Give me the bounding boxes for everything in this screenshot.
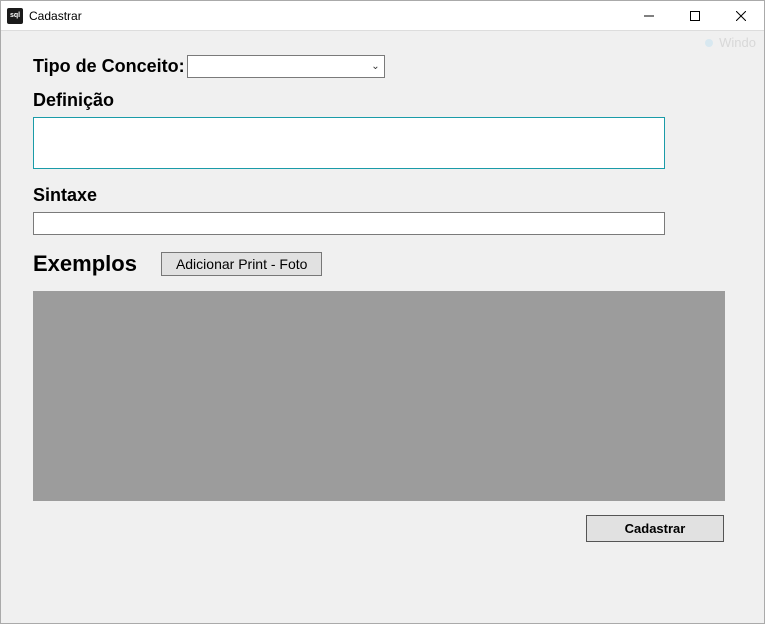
tipo-combobox[interactable]: ⌄ [187, 55, 385, 78]
sintaxe-input[interactable] [33, 212, 665, 235]
ghost-dot-icon [705, 39, 713, 47]
app-window: sql Cadastrar Windo Tipo de Conceito: ⌄ … [0, 0, 765, 624]
close-icon [736, 11, 746, 21]
ghost-overlay: Windo [705, 35, 756, 50]
exemplos-row: Exemplos Adicionar Print - Foto [33, 251, 732, 277]
sintaxe-label: Sintaxe [33, 185, 732, 206]
maximize-icon [690, 11, 700, 21]
app-icon: sql [7, 8, 23, 24]
titlebar: sql Cadastrar [1, 1, 764, 31]
definicao-label: Definição [33, 90, 732, 111]
cadastrar-button[interactable]: Cadastrar [586, 515, 724, 542]
content-area: Windo Tipo de Conceito: ⌄ Definição Sint… [1, 31, 764, 623]
minimize-button[interactable] [626, 1, 672, 31]
maximize-button[interactable] [672, 1, 718, 31]
close-button[interactable] [718, 1, 764, 31]
image-preview-panel [33, 291, 725, 501]
chevron-down-icon: ⌄ [371, 61, 379, 72]
definicao-textarea[interactable] [33, 117, 665, 169]
exemplos-label: Exemplos [33, 251, 137, 277]
window-title: Cadastrar [29, 9, 82, 23]
minimize-icon [644, 11, 654, 21]
add-print-button[interactable]: Adicionar Print - Foto [161, 252, 323, 276]
footer-row: Cadastrar [33, 515, 732, 542]
tipo-label: Tipo de Conceito: [33, 56, 185, 77]
tipo-row: Tipo de Conceito: ⌄ [33, 55, 732, 78]
ghost-text: Windo [719, 35, 756, 50]
